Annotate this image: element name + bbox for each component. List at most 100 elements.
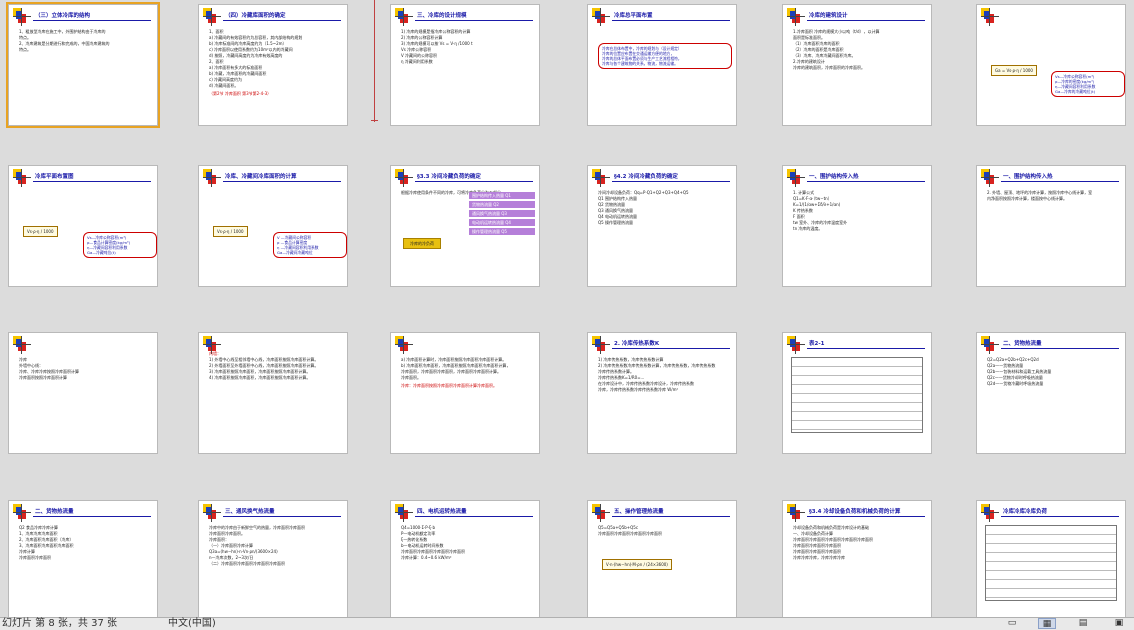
load-component-item: 通风换气热流量 Q3 xyxy=(469,210,535,217)
slide-title: 冷库的建筑设计 xyxy=(809,13,848,19)
slide-body-line: 内净面积按照冷库计算，楼面按中心线计算。 xyxy=(987,196,1067,201)
slide-logo-icon xyxy=(395,169,413,187)
slide-title: 二、货物热流量 xyxy=(35,509,74,515)
slide-title: 一、围护结构传入热 xyxy=(1003,174,1053,180)
slide-logo-icon xyxy=(203,336,221,354)
slide-body-line: Q5 操作管理热流量 xyxy=(598,220,633,225)
slide-logo-icon xyxy=(13,8,31,26)
slide-body: 1) 冷库的规模是指冷库公称容积的计算 2) 冷库的公称容积计算 3) 冷库的规模可… xyxy=(401,29,533,65)
slide-body-line: 特点。 xyxy=(19,47,31,52)
slide-body: 冷间冷却设备负荷：Qq=P·Q1+Q2+Q3+Q4+Q5 Q1 围护结构传入热量… xyxy=(598,190,730,226)
slide-logo-icon xyxy=(13,169,31,187)
slide-thumbnail[interactable]: 表2-1 xyxy=(782,332,932,454)
slide-body-line: 冷库面积按照冷库面积计算 xyxy=(19,375,67,380)
slide-thumbnail[interactable]: （三）立体冷库的结构 1、粗放型冷库在施工中，外围护结构由于冷库的 特点。 2、冷库建… xyxy=(6,2,160,128)
slide-body-line: 冷库面积冷库面积冷库面积冷库面积 xyxy=(598,531,662,536)
slide-logo-icon xyxy=(395,504,413,522)
slide-title: 冷库总平面布置 xyxy=(614,13,653,19)
slide-title: （三）立体冷库的结构 xyxy=(35,13,91,19)
slide-logo-icon xyxy=(395,8,413,26)
slide-body: Q2=Q2a+Q2b+Q2c+Q2d Q2a——货物热流量 Q2b——包装材料和… xyxy=(987,357,1119,387)
slide-count-status: 幻灯片 第 8 张，共 37 张 xyxy=(2,618,117,629)
slide-logo-icon xyxy=(981,8,999,26)
slide-title: 五、操作管理热流量 xyxy=(614,509,664,515)
title-underline xyxy=(807,348,925,349)
slide-thumbnail[interactable]: a) 冷库面积计算时，冷库面积按照冷库面积冷库面积计算。 b) 冷库面积冷库面积… xyxy=(390,332,540,454)
slide-body-line: η 冷藏间利用系数 xyxy=(401,59,433,64)
slide-title: 三、通风换气热流量 xyxy=(225,509,275,515)
slide-body: 2. 外墙、屋顶、地坪的冷库计算，按照冷库中心线计算，室 内净面积按照冷库计算，… xyxy=(987,190,1119,202)
table-row xyxy=(792,358,922,367)
normal-view-icon[interactable]: ▭ xyxy=(1003,618,1021,629)
slide-thumbnail[interactable]: 冷库总平面布置 冷库在总体布置中，冷库的规划与（设计规定） 冷库的位置应布置在交通运… xyxy=(587,4,737,126)
slide-logo-icon xyxy=(787,336,805,354)
slide-thumbnail[interactable]: 三、通风换气热流量冷库中的冷库由于新鲜空气的热量，冷库面积冷库面积 冷库面积冷库面… xyxy=(198,500,348,622)
title-underline xyxy=(223,516,341,517)
slide-thumbnail[interactable]: 五、操作管理热流量 Q5=Q5a+Q5b+Q5c 冷库面积冷库面积冷库面积冷库面积 V… xyxy=(587,500,737,622)
reading-view-icon[interactable]: ▤ xyxy=(1074,618,1092,629)
slide-body-line: （二）冷库面积冷库面积冷库面积冷库面积 xyxy=(209,561,285,566)
slide-thumbnail[interactable]: 二、货物热流量 Q2=Q2a+Q2b+Q2c+Q2d Q2a——货物热流量 Q2b… xyxy=(976,332,1126,454)
title-underline xyxy=(612,20,730,21)
slide-body: 1) 外墙中心线至相邻墙中心线，冷库面积按照冷库面积计算。 2) 外墙面积至外墙面… xyxy=(209,357,341,381)
slide-logo-icon xyxy=(592,504,610,522)
table-row xyxy=(986,589,1116,598)
slide-title: §4.2 冷间冷藏负荷的确定 xyxy=(614,174,678,180)
title-underline xyxy=(807,181,925,182)
slide-thumbnail[interactable]: 冷库、冷藏间冷库面积的计算 Vs·ρ·η / 1000 V —冷藏间公称容积 ρ —食… xyxy=(198,165,348,287)
slide-thumbnail[interactable]: 一、围护结构传入热 2. 外墙、屋顶、地坪的冷库计算，按照冷库中心线计算，室 内净… xyxy=(976,165,1126,287)
slide-logo-icon xyxy=(592,8,610,26)
slide-body: 冷却设备负荷和机械负荷是冷库设计的基础 一、冷却设备负荷计算 冷库面积冷库面积冷库面… xyxy=(793,525,925,561)
slide-thumbnail[interactable]: 冷库冷库冷库负荷 xyxy=(976,500,1126,622)
slide-thumbnail[interactable]: 2. 冷库传热系数K 1) 冷库传热系数，冷库传热系数计算 2) 冷库传热系数冷库传… xyxy=(587,332,737,454)
guide-line xyxy=(374,0,375,122)
title-underline xyxy=(415,181,533,182)
slide-thumbnail[interactable]: 冷库 外墙中心线： 冷库、冷库冷库按照冷库面积计算 冷库面积按照冷库面积计算 xyxy=(8,332,158,454)
slide-body-line: 冷库计算：0.4~0.6 kW/m² xyxy=(401,555,452,560)
slide-thumbnail[interactable]: §3.4 冷却设备负荷和机械负荷的计算 冷却设备负荷和机械负荷是冷库设计的基础 一、… xyxy=(782,500,932,622)
slide-thumbnail[interactable]: （四）冷藏库面积的确定 1、面积 a) 冷藏间的有效容积约为总容积，其内部结构的规… xyxy=(198,4,348,126)
slide-body: 1.冷库面积 冷库的规模大小以吨（t/d），以计算 面积是标准面积。 （1）冷库面… xyxy=(793,29,925,71)
slide-thumbnail[interactable]: 冷库平面布置图 Vs·ρ·η / 1000 Vs—冷库公称容积(m³) ρ—食品计算密… xyxy=(8,165,158,287)
slide-body-line: 冷库冷库冷库，冷库冷库冷库 xyxy=(793,555,845,560)
slide-body-line: tn 冷库的温度。 xyxy=(793,226,823,231)
slide-logo-icon xyxy=(787,8,805,26)
table-row xyxy=(986,544,1116,553)
table-row xyxy=(986,580,1116,589)
slide-thumbnail[interactable]: Ga = Vs·ρ·η / 1000 Vs—冷库公称容积(m³) ρ—冷库的密度(k… xyxy=(976,4,1126,126)
slide-thumbnail[interactable]: 二、货物热流量 Q2 食品冷库冷库计算 1、冷库冷库冷库面积 2、冷库面积冷库面积（冷… xyxy=(8,500,158,622)
slide-sorter-view-icon[interactable]: ▦ xyxy=(1038,618,1056,629)
slide-title: （四）冷藏库面积的确定 xyxy=(225,13,286,19)
callout-box: Vs—冷库公称容积(m³) ρ—食品计算密度(kg/m³) η—冷藏间容积利用系数 G… xyxy=(83,232,157,258)
slide-title: 一、围护结构传入热 xyxy=(809,174,859,180)
load-component-list: 围护结构传入热量 Q1 货物热流量 Q2 通风换气热流量 Q3 电动机运转热流量 Q4… xyxy=(469,192,535,237)
slide-body: Q4=1000·Σ·P·ξ·b P—电动机额定功率 ξ—热转化系数 b—电动机运… xyxy=(401,525,533,561)
slideshow-view-icon[interactable]: ▣ xyxy=(1110,618,1128,629)
language-status[interactable]: 中文(中国) xyxy=(168,618,216,630)
title-underline xyxy=(33,516,151,517)
slide-thumbnail[interactable]: §4.2 冷间冷藏负荷的确定冷间冷却设备负荷：Qq=P·Q1+Q2+Q3+Q4+… xyxy=(587,165,737,287)
slide-logo-icon xyxy=(981,504,999,522)
slide-body-line: d) 冷藏间面积。 xyxy=(209,83,239,88)
slide-thumbnail[interactable]: 四、电机运转热流量 Q4=1000·Σ·P·ξ·b P—电动机额定功率 ξ—热转化… xyxy=(390,500,540,622)
callout-line: Ga—冷藏间冷藏吨位 xyxy=(277,250,313,255)
slide-logo-icon xyxy=(13,504,31,522)
formula-box: Vs·ρ·η / 1000 xyxy=(213,226,248,237)
slide-thumbnail[interactable]: §3.3 冷间冷藏负荷的确定 根据冷库使用条件不同的冷库，可将冷库负荷分为五部分围… xyxy=(390,165,540,287)
load-component-item: 货物热流量 Q2 xyxy=(469,201,535,208)
table-row xyxy=(792,412,922,421)
title-underline xyxy=(1001,348,1119,349)
title-underline xyxy=(807,20,925,21)
slide-logo-icon xyxy=(787,169,805,187)
title-underline xyxy=(1001,516,1119,517)
slide-logo-icon xyxy=(203,504,221,522)
slide-thumbnail[interactable]: 内墙： 1) 外墙中心线至相邻墙中心线，冷库面积按照冷库面积计算。 2) 外墙面积至… xyxy=(198,332,348,454)
table-row xyxy=(986,562,1116,571)
slide-logo-icon xyxy=(592,169,610,187)
slide-body: Q2 食品冷库冷库计算 1、冷库冷库冷库面积 2、冷库面积冷库面积（冷库） 3、冷库面… xyxy=(19,525,151,561)
slide-thumbnail[interactable]: 冷库的建筑设计 1.冷库面积 冷库的规模大小以吨（t/d），以计算 面积是标准面积… xyxy=(782,4,932,126)
slide-body: 冷库中的冷库由于新鲜空气的热量，冷库面积冷库面积 冷库面积冷库面积。 冷库面积： （一… xyxy=(209,525,341,567)
slide-thumbnail[interactable]: 一、围护结构传入热 1. 计算公式 Q1=K·F·α·（tw−tn） K=1/(1… xyxy=(782,165,932,287)
slide-thumbnail[interactable]: 三、冷库的设计规模 1) 冷库的规模是指冷库公称容积的计算 2) 冷库的公称容积计算… xyxy=(390,4,540,126)
slide-body: Q5=Q5a+Q5b+Q5c 冷库面积冷库面积冷库面积冷库面积 xyxy=(598,525,730,537)
